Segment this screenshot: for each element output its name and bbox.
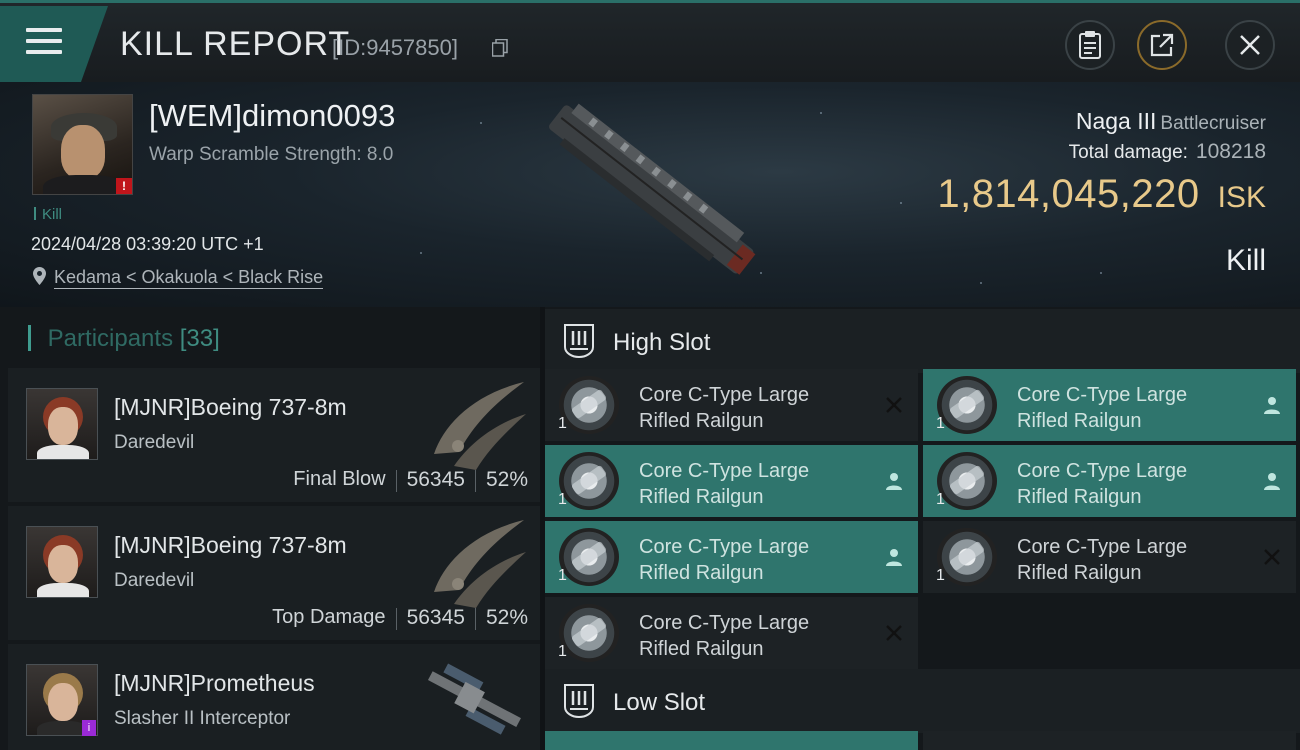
participant-name: [MJNR]Prometheus bbox=[114, 670, 315, 696]
participant-stats: Top Damage 56345 52% bbox=[272, 606, 528, 630]
participants-panel: Participants [33] [MJNR]Boeing 737-8m Da… bbox=[0, 307, 540, 750]
participant-stats: Final Blow 56345 52% bbox=[293, 468, 528, 492]
module-name: Core C-Type Large Rifled Railgun bbox=[1017, 460, 1188, 508]
participants-header[interactable]: Participants [33] bbox=[28, 325, 220, 353]
high-slot-icon bbox=[564, 324, 594, 359]
module-name: Core C-Type Large Rifled Railgun bbox=[639, 536, 810, 584]
destroyed-x-icon bbox=[1264, 549, 1280, 565]
module-item-partial[interactable] bbox=[923, 731, 1296, 750]
participant-row[interactable]: [MJNR]Boeing 737-8m Daredevil Top Damage… bbox=[8, 506, 540, 640]
module-name: Core C-Type Large Rifled Railgun bbox=[1017, 536, 1188, 584]
module-name: Core C-Type Large Rifled Railgun bbox=[639, 612, 810, 660]
railgun-module-icon bbox=[559, 452, 619, 510]
module-quantity: 1 bbox=[936, 567, 945, 584]
report-id: [ID:9457850] bbox=[332, 35, 458, 60]
menu-tab[interactable] bbox=[0, 6, 108, 82]
result-label: Kill bbox=[1225, 244, 1266, 277]
module-quantity: 1 bbox=[558, 567, 567, 584]
info-badge-icon: i bbox=[82, 720, 96, 736]
high-slot-title: High Slot bbox=[613, 329, 711, 356]
clipboard-button[interactable] bbox=[1065, 20, 1115, 70]
module-quantity: 1 bbox=[936, 491, 945, 508]
module-quantity: 1 bbox=[558, 643, 567, 660]
clipboard-icon bbox=[1079, 31, 1101, 59]
module-quantity: 1 bbox=[936, 415, 945, 432]
victim-panel: ! [WEM]dimon0093 Warp Scramble Strength:… bbox=[0, 82, 1300, 307]
victim-ship-name: Naga III Battlecruiser bbox=[1075, 108, 1266, 134]
hamburger-menu-icon[interactable] bbox=[26, 28, 62, 58]
share-button[interactable] bbox=[1137, 20, 1187, 70]
low-slot-icon bbox=[564, 684, 594, 719]
module-quantity: 1 bbox=[558, 491, 567, 508]
dropped-person-icon bbox=[886, 549, 902, 566]
module-item[interactable]: 1 Core C-Type Large Rifled Railgun bbox=[923, 369, 1296, 441]
participant-row[interactable]: i [MJNR]Prometheus Slasher II Intercepto… bbox=[8, 644, 540, 750]
module-name: Core C-Type Large Rifled Railgun bbox=[1017, 384, 1188, 432]
participant-avatar bbox=[26, 388, 98, 460]
close-icon bbox=[1240, 35, 1260, 55]
railgun-module-icon bbox=[559, 528, 619, 586]
location-pin-icon bbox=[33, 267, 46, 285]
low-slot-title: Low Slot bbox=[613, 689, 706, 716]
warp-scramble-strength: Warp Scramble Strength: 8.0 bbox=[149, 144, 394, 165]
module-name: Core C-Type Large Rifled Railgun bbox=[639, 460, 810, 508]
railgun-module-icon bbox=[559, 376, 619, 434]
high-slot-header: High Slot bbox=[545, 309, 1300, 373]
destroyed-x-icon bbox=[886, 397, 902, 413]
destroyed-x-icon bbox=[886, 625, 902, 641]
dropped-person-icon bbox=[1264, 397, 1280, 414]
participant-avatar bbox=[26, 526, 98, 598]
copy-icon[interactable] bbox=[492, 39, 508, 57]
total-damage: Total damage: 108218 bbox=[1068, 140, 1266, 163]
close-button[interactable] bbox=[1225, 20, 1275, 70]
module-item[interactable]: 1 Core C-Type Large Rifled Railgun bbox=[545, 369, 918, 441]
module-name: Core C-Type Large Rifled Railgun bbox=[639, 384, 810, 432]
module-quantity: 1 bbox=[558, 415, 567, 432]
participant-name: [MJNR]Boeing 737-8m bbox=[114, 394, 347, 420]
isk-value: 1,814,045,220 ISK bbox=[937, 172, 1266, 216]
dropped-person-icon bbox=[1264, 473, 1280, 490]
module-item[interactable]: 1 Core C-Type Large Rifled Railgun bbox=[545, 521, 918, 593]
daredevil-ship-icon bbox=[434, 382, 526, 470]
header-bar: KILL REPORT [ID:9457850] bbox=[0, 0, 1300, 82]
participant-name: [MJNR]Boeing 737-8m bbox=[114, 532, 347, 558]
railgun-module-icon bbox=[937, 452, 997, 510]
daredevil-ship-icon bbox=[434, 520, 526, 608]
module-item[interactable]: 1 Core C-Type Large Rifled Railgun bbox=[545, 445, 918, 517]
kill-datetime: 2024/04/28 03:39:20 UTC +1 bbox=[31, 234, 264, 254]
fitting-slots-panel: High Slot 1 Core C-Type Large Rifled Rail… bbox=[545, 307, 1300, 750]
share-icon bbox=[1150, 33, 1174, 57]
module-item[interactable]: 1 Core C-Type Large Rifled Railgun bbox=[545, 597, 918, 669]
module-item-partial[interactable] bbox=[545, 731, 918, 750]
kill-tag: Kill bbox=[34, 206, 62, 223]
railgun-module-icon bbox=[937, 528, 997, 586]
railgun-module-icon bbox=[559, 604, 619, 662]
victim-pilot-name[interactable]: [WEM]dimon0093 bbox=[149, 98, 395, 134]
participant-ship: Daredevil bbox=[114, 432, 195, 453]
module-item[interactable]: 1 Core C-Type Large Rifled Railgun bbox=[923, 521, 1296, 593]
module-item[interactable]: 1 Core C-Type Large Rifled Railgun bbox=[923, 445, 1296, 517]
participant-ship: Slasher II Interceptor bbox=[114, 708, 291, 729]
alert-badge-icon: ! bbox=[116, 178, 132, 194]
location-link[interactable]: Kedama < Okakuola < Black Rise bbox=[54, 267, 324, 289]
interceptor-ship-icon bbox=[427, 663, 521, 735]
victim-ship-image bbox=[549, 103, 756, 275]
low-slot-header: Low Slot bbox=[545, 669, 1300, 733]
railgun-module-icon bbox=[937, 376, 997, 434]
page-title: KILL REPORT bbox=[120, 25, 351, 63]
participant-row[interactable]: [MJNR]Boeing 737-8m Daredevil Final Blow… bbox=[8, 368, 540, 502]
dropped-person-icon bbox=[886, 473, 902, 490]
participant-ship: Daredevil bbox=[114, 570, 195, 591]
